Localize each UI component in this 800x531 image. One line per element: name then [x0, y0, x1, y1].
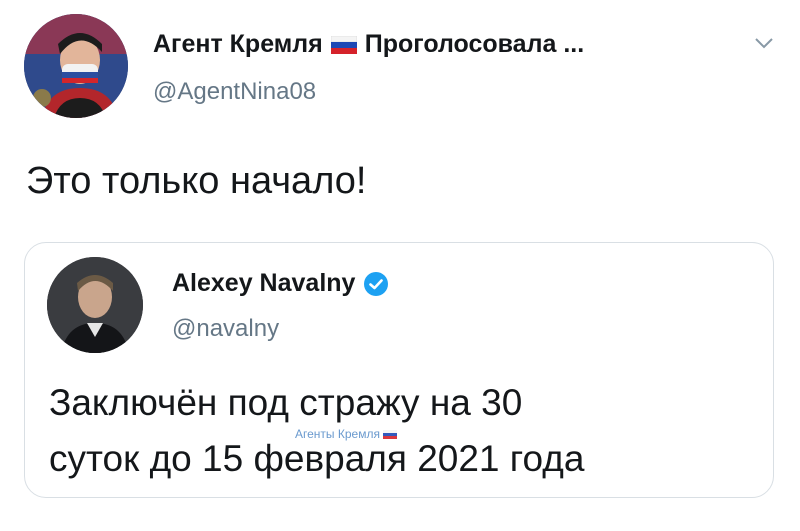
- author-name-text: Агент Кремля: [153, 30, 323, 58]
- russia-flag-icon: [330, 35, 357, 54]
- quoted-author-name-text: Alexey Navalny: [172, 269, 356, 297]
- watermark-flag-icon: [382, 429, 397, 439]
- quoted-tweet-text-line-1: Заключён под стражу на 30: [49, 382, 523, 423]
- tweet: Агент Кремля Проголосовала ... @AgentNin…: [0, 0, 800, 531]
- author-name-suffix: Проголосовала ...: [364, 30, 585, 58]
- author-handle[interactable]: @AgentNina08: [153, 78, 316, 106]
- author-name[interactable]: Агент Кремля Проголосовала ...: [153, 30, 584, 59]
- chevron-down-icon[interactable]: [752, 34, 776, 52]
- tweet-text: Это только начало!: [26, 160, 367, 202]
- author-avatar[interactable]: [24, 14, 128, 118]
- verified-badge-icon: [364, 271, 389, 296]
- watermark: Агенты Кремля: [295, 427, 397, 441]
- quoted-author-name[interactable]: Alexey Navalny: [172, 269, 389, 298]
- quoted-tweet-card[interactable]: Alexey Navalny @navalny Заключён под стр…: [24, 242, 774, 498]
- quoted-author-handle[interactable]: @navalny: [172, 315, 279, 343]
- quoted-author-avatar[interactable]: [47, 257, 143, 353]
- watermark-text: Агенты Кремля: [295, 427, 380, 441]
